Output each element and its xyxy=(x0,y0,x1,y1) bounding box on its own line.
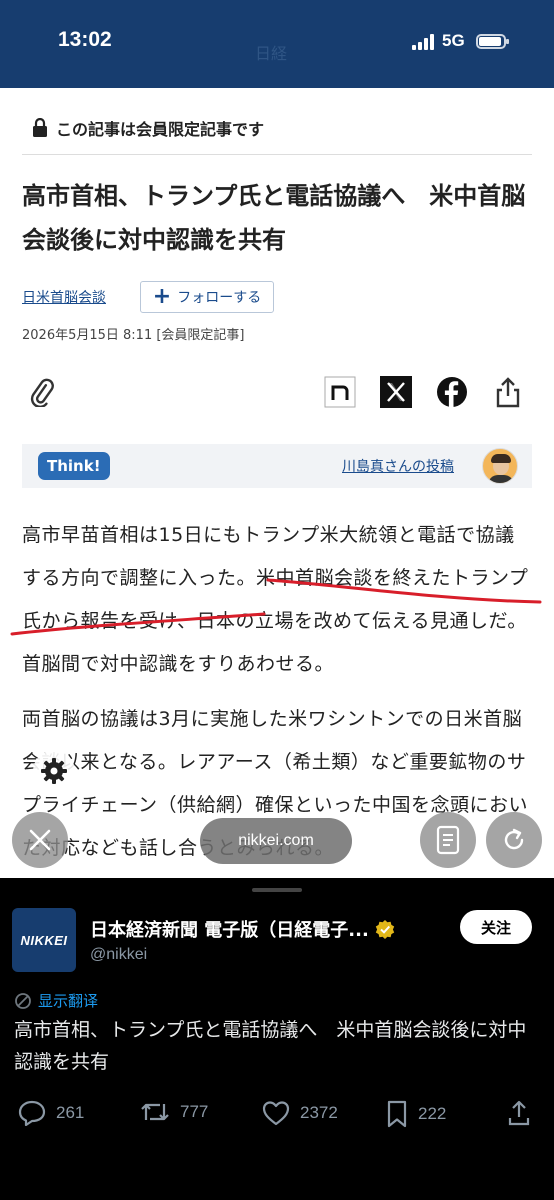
plus-icon: + xyxy=(152,284,172,309)
members-only-notice: この記事は会員限定記事です xyxy=(32,116,264,140)
faded-site-title: 日経 xyxy=(255,44,288,63)
translate-icon xyxy=(15,992,31,1009)
like-count: 2372 xyxy=(300,1103,338,1122)
reply-count: 261 xyxy=(56,1103,85,1122)
upload-button[interactable] xyxy=(508,1100,530,1126)
battery-icon xyxy=(476,34,509,49)
follow-topic-button[interactable]: + フォローする xyxy=(140,281,274,313)
account-name[interactable]: 日本経済新聞 電子版（日経電子... xyxy=(90,916,395,942)
translate-label: 显示翻译 xyxy=(38,992,99,1010)
address-pill[interactable]: nikkei.com xyxy=(200,818,352,864)
bookmark-count: 222 xyxy=(418,1104,447,1123)
expert-post-link[interactable]: 川島真さんの投稿 xyxy=(342,456,454,476)
reply-icon xyxy=(18,1100,46,1126)
tweet-sheet: NIKKEI 日本経済新聞 電子版（日経電子... @nikkei 关注 显示翻… xyxy=(0,878,554,1200)
close-button[interactable] xyxy=(12,812,68,868)
article-headline: 高市首相、トランプ氏と電話協議へ 米中首脳会談後に対中認識を共有 xyxy=(22,182,526,254)
lock-icon xyxy=(33,118,47,137)
retweet-icon xyxy=(141,1103,169,1121)
follow-label: フォローする xyxy=(177,290,262,306)
tweet-actions: 261 777 2372 222 xyxy=(0,1100,554,1140)
retweet-button[interactable]: 777 xyxy=(140,1100,208,1124)
verified-icon xyxy=(375,920,394,939)
reply-button[interactable]: 261 xyxy=(18,1100,84,1126)
x-logo-icon[interactable] xyxy=(378,374,414,410)
tweet-text: 高市首相、トランプ氏と電話協議へ 米中首脳会談後に対中認識を共有 xyxy=(14,1019,527,1073)
share-bar xyxy=(0,370,554,414)
close-icon xyxy=(29,829,51,851)
gear-icon xyxy=(41,758,67,784)
article-meta: 2026年5月15日 8:11 [会員限定記事] xyxy=(22,328,245,343)
topic-link[interactable]: 日米首脳会談 xyxy=(22,287,106,307)
settings-button[interactable] xyxy=(33,750,75,792)
divider xyxy=(22,154,532,155)
think-badge: Think! xyxy=(38,452,110,480)
think-bar: Think! 川島真さんの投稿 xyxy=(22,444,532,488)
share-icon[interactable] xyxy=(490,374,526,410)
bookmark-icon xyxy=(387,1100,407,1128)
sheet-drag-handle[interactable] xyxy=(252,888,302,892)
account-logo[interactable]: NIKKEI xyxy=(12,908,76,972)
members-only-text: この記事は会員限定記事です xyxy=(56,120,265,139)
note-icon[interactable] xyxy=(322,374,358,410)
signal-icon xyxy=(412,34,436,50)
avatar[interactable] xyxy=(482,448,518,484)
like-button[interactable]: 2372 xyxy=(262,1100,338,1126)
status-bar: 13:02 日経 5G xyxy=(0,0,554,88)
reader-mode-button[interactable] xyxy=(420,812,476,868)
like-icon xyxy=(262,1101,290,1126)
upload-icon xyxy=(508,1100,530,1126)
paperclip-icon[interactable] xyxy=(24,374,60,410)
article-view[interactable]: この記事は会員限定記事です 高市首相、トランプ氏と電話協議へ 米中首脳会談後に対… xyxy=(0,88,554,878)
reader-icon xyxy=(436,825,460,855)
follow-account-button[interactable]: 关注 xyxy=(460,910,532,944)
article-paragraph: 高市早苗首相は15日にもトランプ米大統領と電話で協議する方向で調整に入った。米中… xyxy=(22,524,529,675)
network-type: 5G xyxy=(442,31,465,50)
account-handle[interactable]: @nikkei xyxy=(90,946,147,964)
retweet-count: 777 xyxy=(180,1102,209,1121)
facebook-icon[interactable] xyxy=(434,374,470,410)
account-name-text: 日本経済新聞 電子版（日経電子... xyxy=(90,920,369,941)
show-translation-button[interactable]: 显示翻译 xyxy=(14,990,98,1011)
reload-icon xyxy=(504,828,524,850)
bookmark-button[interactable]: 222 xyxy=(386,1100,446,1128)
reload-button[interactable] xyxy=(486,812,542,868)
clock: 13:02 xyxy=(58,28,112,51)
